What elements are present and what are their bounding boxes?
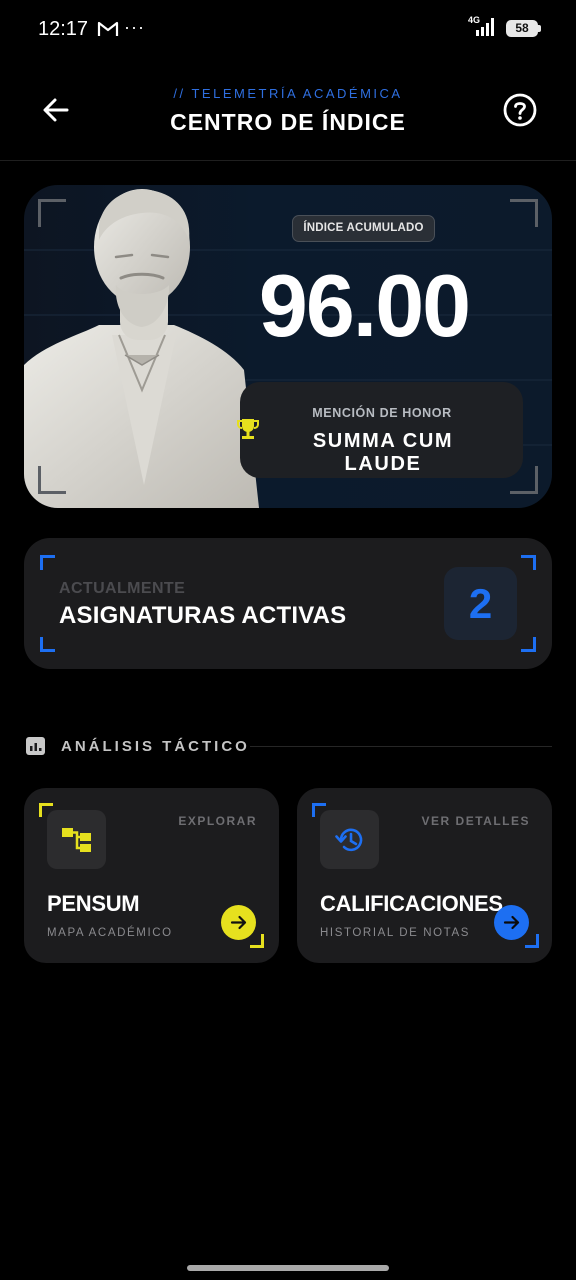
grades-icon-box <box>320 810 379 869</box>
battery-icon: 58 <box>506 20 541 37</box>
grades-title: CALIFICACIONES <box>320 891 503 916</box>
header-subtitle: // TELEMETRÍA ACADÉMICA <box>173 86 403 101</box>
corner-bracket-icon <box>38 199 66 227</box>
corner-bracket-icon <box>521 637 536 652</box>
hierarchy-icon <box>62 828 91 852</box>
home-indicator[interactable] <box>187 1265 389 1271</box>
pensum-title: PENSUM <box>47 891 140 916</box>
grades-hint: VER DETALLES <box>421 814 530 828</box>
corner-bracket-icon <box>38 466 66 494</box>
grades-subtitle: HISTORIAL DE NOTAS <box>320 927 470 939</box>
gpa-hero-card: ÍNDICE ACUMULADO 96.00 MENCIÓN DE HONOR … <box>24 185 552 508</box>
active-subjects-title: ASIGNATURAS ACTIVAS <box>59 602 347 629</box>
pensum-hint: EXPLORAR <box>178 814 257 828</box>
app-header: // TELEMETRÍA ACADÉMICA CENTRO DE ÍNDICE <box>0 60 576 161</box>
more-notifications-icon: ··· <box>124 17 145 37</box>
corner-bracket-icon <box>250 934 264 948</box>
pensum-icon-box <box>47 810 106 869</box>
bar-chart-icon <box>26 737 45 755</box>
corner-bracket-icon <box>510 466 538 494</box>
pensum-card[interactable]: EXPLORAR PENSUM MAPA ACADÉMICO <box>24 788 279 963</box>
battery-level: 58 <box>515 21 529 35</box>
arrow-right-icon <box>503 915 520 930</box>
corner-bracket-icon <box>510 199 538 227</box>
trophy-icon <box>237 419 259 439</box>
page-title: CENTRO DE ÍNDICE <box>170 109 406 135</box>
index-badge: ÍNDICE ACUMULADO <box>292 215 435 242</box>
status-bar: 12:17 ··· 4G 58 <box>0 0 576 60</box>
grades-arrow-button[interactable] <box>494 905 529 940</box>
honor-label: MENCIÓN DE HONOR <box>312 406 452 420</box>
status-time: 12:17 <box>38 18 89 40</box>
signal-icon <box>476 18 494 36</box>
section-title: ANÁLISIS TÁCTICO <box>61 738 250 755</box>
active-subjects-card[interactable]: ACTUALMENTE ASIGNATURAS ACTIVAS 2 <box>24 538 552 669</box>
corner-bracket-icon <box>521 555 536 570</box>
corner-bracket-icon <box>40 555 55 570</box>
active-subjects-count-box: 2 <box>444 567 517 640</box>
arrow-right-icon <box>230 915 247 930</box>
grades-card[interactable]: VER DETALLES CALIFICACIONES HISTORIAL DE… <box>297 788 552 963</box>
corner-bracket-icon <box>525 934 539 948</box>
honor-value: SUMMA CUM LAUDE <box>312 430 454 475</box>
statue-bust-image <box>24 189 259 508</box>
gmail-icon <box>97 21 119 36</box>
gpa-value: 96.00 <box>258 256 471 355</box>
active-subjects-label: ACTUALMENTE <box>59 580 186 597</box>
help-button[interactable] <box>501 91 539 129</box>
pensum-arrow-button[interactable] <box>221 905 256 940</box>
history-icon <box>335 828 363 852</box>
corner-bracket-icon <box>40 637 55 652</box>
active-subjects-count: 2 <box>468 580 493 627</box>
pensum-subtitle: MAPA ACADÉMICO <box>47 927 173 939</box>
section-divider <box>250 746 552 747</box>
